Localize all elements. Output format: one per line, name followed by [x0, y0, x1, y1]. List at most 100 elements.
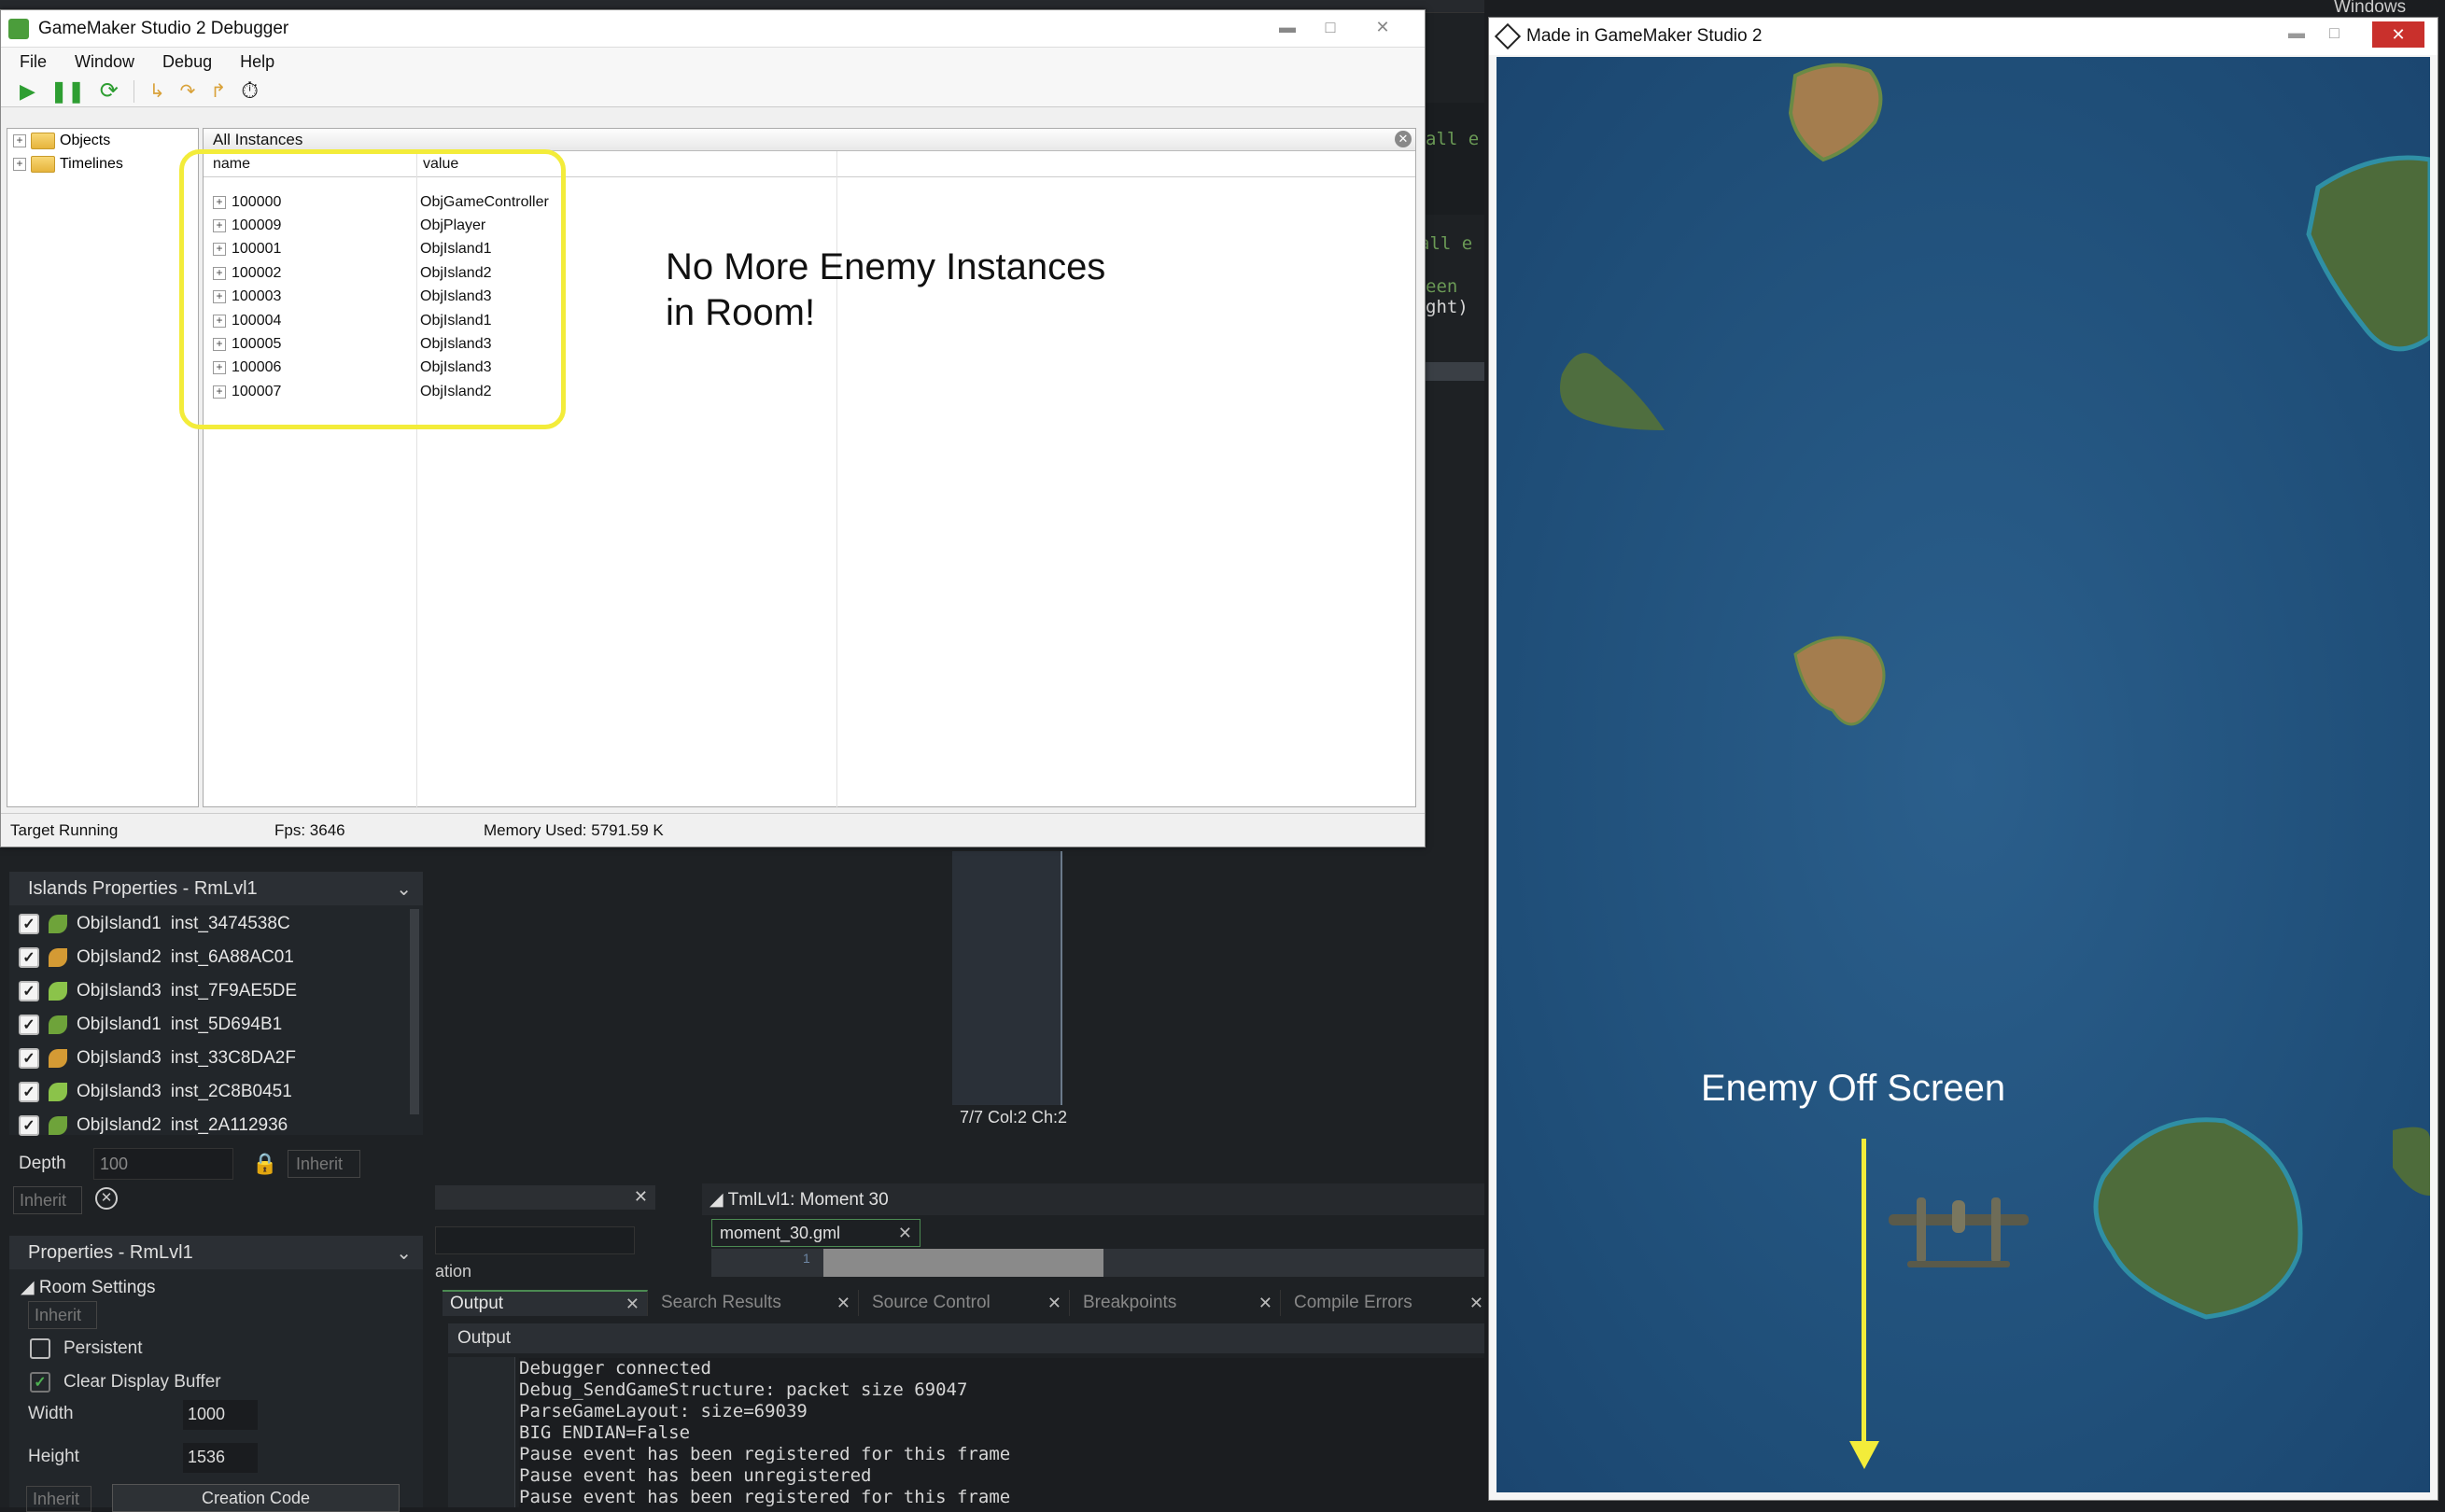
menu-debug[interactable]: Debug [162, 52, 212, 72]
visible-checkbox[interactable]: ✓ [19, 1015, 39, 1035]
output-tab-label: Output [450, 1294, 504, 1313]
pause-icon[interactable]: ❚❚ [50, 79, 85, 104]
highlight-box [179, 149, 566, 429]
chevron-down-icon[interactable]: ⌄ [396, 877, 412, 901]
annotation-line2: in Room! [666, 292, 816, 333]
island-instance-row[interactable]: ✓ ObjIsland3 inst_33C8DA2F [19, 1043, 296, 1074]
output-tab[interactable]: Source Control ✕ [864, 1290, 1070, 1316]
depth-label: Depth [19, 1154, 66, 1173]
output-tab-label: Search Results [661, 1293, 781, 1312]
visible-checkbox[interactable]: ✓ [19, 981, 39, 1001]
height-input[interactable]: 1536 [183, 1443, 258, 1473]
maximize-icon[interactable]: □ [2329, 23, 2340, 43]
room-settings-section[interactable]: ◢ Room Settings [21, 1277, 156, 1298]
inherit-layer-button[interactable]: Inherit [13, 1186, 82, 1214]
visible-checkbox[interactable]: ✓ [19, 947, 39, 968]
height-label: Height [28, 1447, 79, 1466]
timeline-header: ◢ TmlLvl1: Moment 30 [702, 1183, 1484, 1215]
depth-input[interactable]: 100 [93, 1148, 233, 1180]
debugger-toolbar: ▶ ❚❚ ⟳ ↳ ↷ ↱ ⏱ [1, 76, 1425, 107]
minimize-icon[interactable]: ▬ [2288, 23, 2305, 43]
game-titlebar[interactable]: Made in GameMaker Studio 2 ▬ □ ✕ [1489, 18, 2438, 55]
bottom-inherit-button[interactable]: Inherit [26, 1486, 91, 1512]
step-out-icon[interactable]: ↱ [210, 79, 226, 103]
close-icon[interactable]: ✕ [836, 1294, 850, 1313]
instance-id: inst_2A112936 [170, 1115, 288, 1135]
debugger-titlebar[interactable]: GameMaker Studio 2 Debugger ▬ □ ✕ [1, 10, 1425, 48]
width-input[interactable]: 1000 [183, 1400, 258, 1430]
room-inherit-button[interactable]: Inherit [28, 1301, 97, 1329]
maximize-icon[interactable]: □ [1312, 16, 1349, 38]
instance-id: inst_6A88AC01 [170, 947, 294, 967]
menu-help[interactable]: Help [240, 52, 274, 72]
tree-item-timelines[interactable]: + Timelines [7, 152, 198, 175]
debugger-title: GameMaker Studio 2 Debugger [38, 18, 289, 38]
menu-window[interactable]: Window [75, 52, 134, 72]
close-icon[interactable]: ✕ [1047, 1294, 1061, 1313]
timeline-title: TmlLvl1: Moment 30 [727, 1190, 889, 1210]
game-viewport[interactable] [1497, 57, 2430, 1492]
output-tab[interactable]: Output ✕ [443, 1290, 648, 1316]
chevron-down-icon[interactable]: ⌄ [396, 1241, 412, 1265]
step-over-icon[interactable]: ↷ [180, 79, 196, 103]
player-plane [1889, 1197, 2029, 1267]
play-icon[interactable]: ▶ [20, 79, 35, 104]
arrow-down-icon [1849, 1441, 1879, 1469]
collapsed-panel-body [435, 1226, 635, 1254]
room-panel-header[interactable]: Properties - RmLvl1 ⌄ [9, 1236, 423, 1269]
instance-object: ObjIsland3 [77, 981, 162, 1001]
expand-icon[interactable]: + [13, 157, 26, 171]
close-icon[interactable]: ✕ [898, 1224, 912, 1243]
creation-code-button[interactable]: Creation Code [112, 1484, 400, 1512]
expand-icon[interactable]: + [13, 133, 26, 147]
gamemaker-logo-icon [8, 18, 29, 39]
close-circle-icon[interactable]: ✕ [95, 1187, 118, 1210]
close-icon[interactable]: ✕ [634, 1187, 648, 1207]
output-tab[interactable]: Compile Errors ✕ [1286, 1290, 1492, 1316]
room-settings-label: Room Settings [38, 1278, 156, 1297]
island-instance-row[interactable]: ✓ ObjIsland1 inst_3474538C [19, 908, 290, 940]
sprite-icon [49, 1049, 67, 1068]
instance-object: ObjIsland1 [77, 914, 162, 933]
close-icon[interactable]: ✕ [1258, 1294, 1272, 1313]
islands-panel-header[interactable]: Islands Properties - RmLvl1 ⌄ [9, 872, 423, 905]
refresh-timer-icon[interactable]: ⏱ [241, 78, 259, 105]
visible-checkbox[interactable]: ✓ [19, 1048, 39, 1069]
visible-checkbox[interactable]: ✓ [19, 914, 39, 934]
lock-icon[interactable]: 🔒 [252, 1152, 277, 1176]
output-line: BIG ENDIAN=False [519, 1422, 691, 1443]
output-tab[interactable]: Breakpoints ✕ [1075, 1290, 1281, 1316]
minimize-icon[interactable]: ▬ [1269, 16, 1306, 38]
island-instance-row[interactable]: ✓ ObjIsland1 inst_5D694B1 [19, 1009, 282, 1041]
tree-item-objects[interactable]: + Objects [7, 129, 198, 152]
close-icon[interactable]: ✕ [1364, 16, 1401, 38]
island-instance-row[interactable]: ✓ ObjIsland2 inst_6A88AC01 [19, 942, 294, 973]
restart-icon[interactable]: ⟳ [100, 77, 119, 105]
clear-buffer-checkbox[interactable]: ✓ [30, 1372, 50, 1393]
close-icon[interactable]: ✕ [2372, 21, 2424, 48]
close-icon[interactable]: ✕ [625, 1295, 639, 1314]
output-line: Debug_SendGameStructure: packet size 690… [519, 1379, 968, 1400]
output-line: Pause event has been registered for this… [519, 1444, 1011, 1464]
menu-file[interactable]: File [20, 52, 47, 72]
status-fps: Fps: 3646 [274, 821, 345, 839]
output-tabbar: Output ✕ Search Results ✕ Source Control ✕ Bre… [443, 1290, 1492, 1318]
instance-id: inst_7F9AE5DE [170, 981, 298, 1001]
close-icon[interactable]: ✕ [1469, 1294, 1483, 1313]
islands-scrollbar[interactable] [410, 909, 419, 1114]
visible-checkbox[interactable]: ✓ [19, 1115, 39, 1136]
island-edge-right [2393, 1127, 2430, 1196]
step-into-icon[interactable]: ↳ [149, 79, 165, 103]
island-instance-row[interactable]: ✓ ObjIsland2 inst_2A112936 [19, 1110, 288, 1141]
island-instance-row[interactable]: ✓ ObjIsland3 inst_7F9AE5DE [19, 975, 297, 1007]
editor-divider [1061, 851, 1062, 1105]
debugger-menubar: File Window Debug Help [1, 48, 1425, 76]
close-icon[interactable]: ✕ [1395, 131, 1412, 147]
visible-checkbox[interactable]: ✓ [19, 1082, 39, 1102]
output-tab[interactable]: Search Results ✕ [653, 1290, 859, 1316]
island-instance-row[interactable]: ✓ ObjIsland3 inst_2C8B0451 [19, 1076, 292, 1108]
moment-tab[interactable]: moment_30.gml ✕ [711, 1219, 920, 1247]
code-editor-fragment: all e [1419, 103, 1484, 254]
persistent-checkbox[interactable] [30, 1338, 50, 1359]
inherit-depth-button[interactable]: Inherit [288, 1150, 360, 1178]
